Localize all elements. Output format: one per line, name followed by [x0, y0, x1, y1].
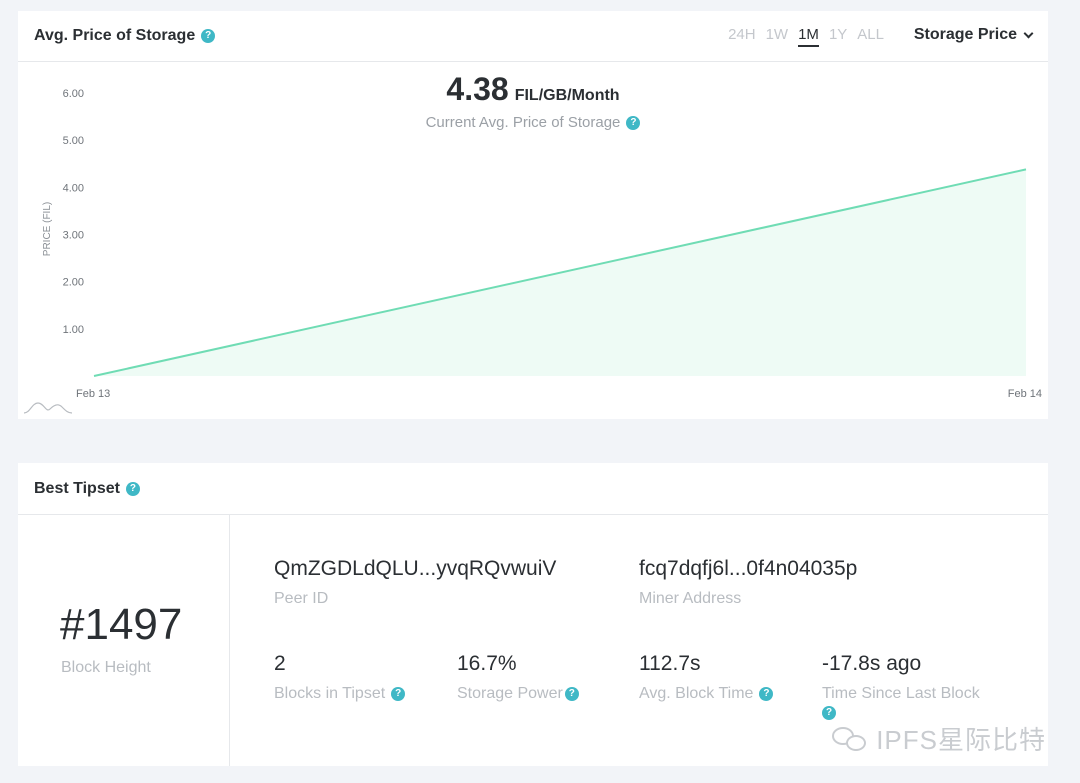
tipset-card-title-text: Best Tipset — [34, 479, 120, 497]
blocks-in-tipset-label-row: Blocks in Tipset? — [274, 685, 406, 703]
blocks-in-tipset-stat: 2 Blocks in Tipset? — [274, 652, 406, 703]
range-tab-all[interactable]: ALL — [857, 26, 884, 47]
hero-unit: FIL/GB/Month — [514, 87, 620, 104]
hero-value: 4.38 — [446, 71, 509, 107]
y-tick-label: 3.00 — [63, 230, 84, 242]
x-tick-label: Feb 13 — [76, 388, 110, 400]
y-axis-label: PRICE (FIL) — [42, 202, 53, 256]
chevron-down-icon — [1023, 28, 1034, 38]
range-tab-1m[interactable]: 1M — [798, 26, 819, 47]
range-tab-24h[interactable]: 24H — [728, 26, 756, 47]
range-tab-1y[interactable]: 1Y — [829, 26, 847, 47]
time-since-last-block-value: -17.8s ago — [822, 652, 922, 675]
help-icon[interactable]: ? — [125, 481, 140, 496]
storage-power-value: 16.7% — [457, 652, 517, 675]
help-icon[interactable]: ? — [759, 686, 774, 701]
mini-chart-icon — [23, 402, 73, 414]
price-hero: 4.38 FIL/GB/Month Current Avg. Price of S… — [18, 71, 1048, 131]
avg-block-time-value: 112.7s — [639, 652, 701, 675]
help-icon[interactable]: ? — [201, 29, 216, 43]
y-tick-label: 1.00 — [63, 324, 84, 336]
avg-block-time-label: Avg. Block Time — [639, 685, 754, 702]
y-tick-label: 2.00 — [63, 277, 84, 289]
block-height-label: Block Height — [61, 659, 151, 676]
avg-block-time-stat: 112.7s Avg. Block Time? — [639, 652, 774, 703]
block-height-value: #1497 — [60, 600, 183, 649]
price-card-title-text: Avg. Price of Storage — [34, 27, 196, 44]
blocks-in-tipset-value: 2 — [274, 652, 286, 675]
metric-select-label: Storage Price — [913, 26, 1017, 43]
peer-id-value[interactable]: QmZGDLdQLU...yvqRQvwuiV — [274, 557, 556, 581]
y-tick-label: 5.00 — [63, 135, 84, 147]
metric-select[interactable]: Storage Price — [913, 26, 1034, 44]
block-height-panel: #1497 Block Height — [18, 515, 230, 766]
watermark: IPFS星际比特 — [832, 720, 1046, 757]
miner-address-value[interactable]: fcq7dqfj6l...0f4n04035p — [639, 557, 857, 581]
watermark-text: IPFS星际比特 — [876, 725, 1046, 755]
peer-id-stat: QmZGDLdQLU...yvqRQvwuiV Peer ID — [274, 557, 556, 608]
tipset-card-header: Best Tipset ? — [18, 463, 1048, 515]
x-tick-label: Feb 14 — [1008, 388, 1042, 400]
y-tick-label: 4.00 — [63, 182, 84, 194]
storage-power-stat: 16.7% Storage Power? — [457, 652, 579, 703]
help-icon[interactable]: ? — [626, 115, 641, 130]
range-tabs: 24H 1W 1M 1Y ALL — [728, 26, 884, 47]
wechat-icon — [832, 725, 868, 753]
range-tab-1w[interactable]: 1W — [766, 26, 789, 47]
storage-price-card: Avg. Price of Storage ? 24H 1W 1M 1Y ALL… — [18, 11, 1048, 419]
tipset-card-title: Best Tipset ? — [34, 480, 140, 498]
blocks-in-tipset-label: Blocks in Tipset — [274, 685, 386, 702]
help-icon[interactable]: ? — [391, 686, 406, 701]
time-since-last-block-stat: -17.8s ago Time Since Last Block ? — [822, 652, 980, 721]
miner-address-label: Miner Address — [639, 590, 742, 607]
help-icon[interactable]: ? — [564, 686, 579, 701]
time-since-last-block-label: Time Since Last Block — [822, 685, 980, 702]
storage-power-label-row: Storage Power? — [457, 685, 579, 703]
miner-address-stat: fcq7dqfj6l...0f4n04035p Miner Address — [639, 557, 857, 608]
help-icon[interactable]: ? — [822, 705, 836, 720]
hero-caption: Current Avg. Price of Storage — [425, 114, 621, 131]
price-card-title: Avg. Price of Storage ? — [34, 27, 216, 45]
storage-power-label: Storage Power — [457, 685, 563, 702]
price-card-header: Avg. Price of Storage ? — [18, 11, 1048, 62]
peer-id-label: Peer ID — [274, 590, 329, 607]
avg-block-time-label-row: Avg. Block Time? — [639, 685, 774, 703]
